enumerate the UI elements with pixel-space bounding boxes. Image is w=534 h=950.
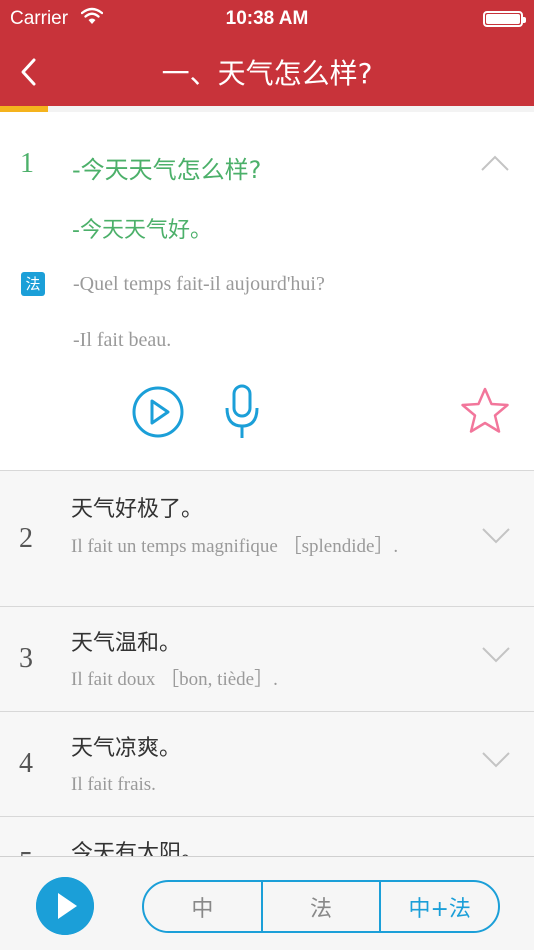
list-item[interactable]: 4 天气凉爽。 Il fait frais.	[0, 711, 534, 816]
record-microphone-button[interactable]	[222, 384, 262, 440]
item-number: 5	[19, 847, 33, 856]
expand-chevron-down-icon[interactable]	[481, 751, 511, 769]
battery-icon	[483, 11, 526, 27]
item-chinese: 今天有太阳。	[71, 841, 204, 856]
mode-chinese-french-button[interactable]: 中+法	[379, 882, 498, 931]
status-bar: Carrier 10:38 AM	[0, 0, 534, 38]
play-all-button[interactable]	[36, 877, 94, 935]
page-title: 一、天气怎么样?	[161, 57, 373, 90]
item-chinese: 天气凉爽。	[71, 736, 182, 761]
language-mode-selector: 中 法 中+法	[142, 880, 500, 933]
item-number: 2	[19, 523, 33, 554]
item-french: Il fait doux ［bon, tiède］.	[71, 669, 278, 690]
favorite-star-icon[interactable]	[459, 386, 511, 436]
list-item[interactable]: 3 天气温和。 Il fait doux ［bon, tiède］.	[0, 606, 534, 711]
bottom-toolbar: 中 法 中+法	[0, 856, 534, 950]
chinese-line-1: -今天天气怎么样?	[72, 156, 262, 184]
mode-french-button[interactable]: 法	[260, 882, 380, 931]
item-number: 1	[20, 148, 34, 179]
expand-chevron-down-icon[interactable]	[481, 646, 511, 664]
item-french: Il fait un temps magnifique ［splendide］.	[71, 536, 399, 557]
chinese-line-2: -今天天气好。	[72, 218, 212, 243]
collapse-chevron-up-icon[interactable]	[480, 154, 510, 172]
header: Carrier 10:38 AM 一、天气怎么样?	[0, 0, 534, 106]
status-time: 10:38 AM	[225, 8, 309, 29]
navigation-bar: 一、天气怎么样?	[0, 38, 534, 106]
french-line-1: -Quel temps fait-il aujourd'hui?	[73, 273, 325, 295]
french-line-2: -Il fait beau.	[73, 329, 172, 351]
french-language-badge: 法	[21, 272, 45, 296]
expand-chevron-down-icon[interactable]	[481, 527, 511, 545]
item-number: 3	[19, 643, 33, 674]
item-chinese: 天气好极了。	[71, 497, 204, 522]
item-chinese: 天气温和。	[71, 631, 182, 656]
list-item[interactable]: 5 今天有太阳。	[0, 816, 534, 856]
item-number: 4	[19, 748, 33, 779]
item-french: Il fait frais.	[71, 774, 156, 795]
mode-chinese-button[interactable]: 中	[144, 882, 261, 931]
list-item[interactable]: 2 天气好极了。 Il fait un temps magnifique ［sp…	[0, 470, 534, 606]
expanded-list-item: 1 -今天天气怎么样? -今天天气好。 法 -Quel temps fait-i…	[0, 112, 534, 470]
play-audio-button[interactable]	[132, 386, 184, 438]
